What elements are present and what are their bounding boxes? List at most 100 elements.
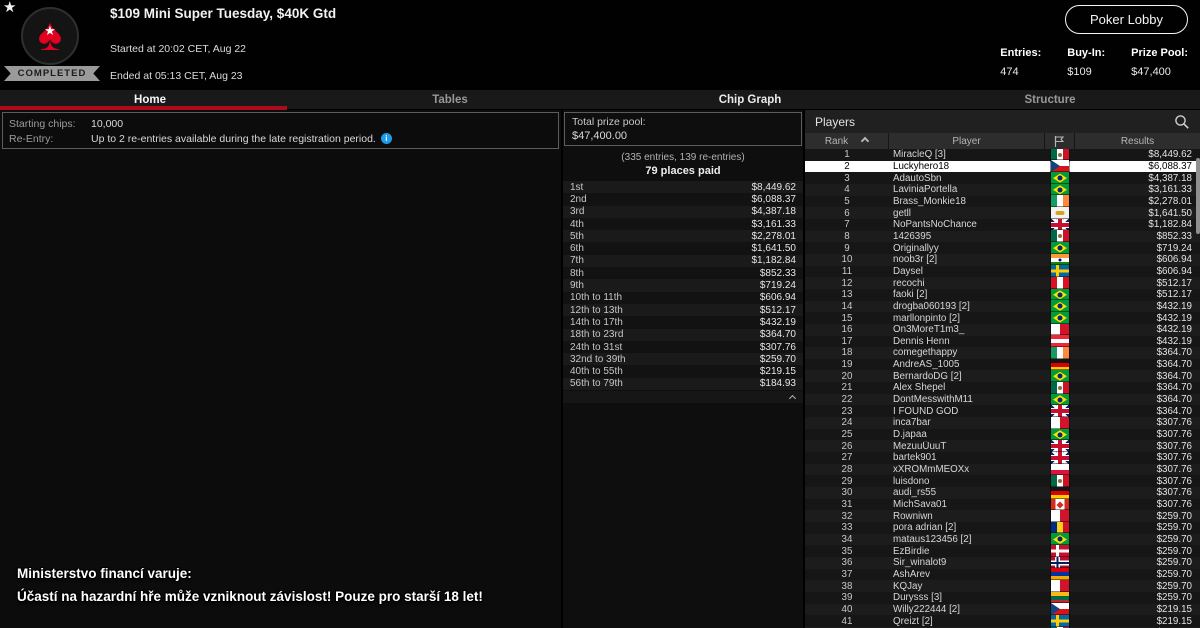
player-row[interactable]: 12 recochi $512.17 (805, 277, 1200, 289)
player-rank: 28 (805, 464, 889, 475)
player-row[interactable]: 39 Durysss [3] $259.70 (805, 592, 1200, 604)
info-icon[interactable]: i (381, 133, 392, 144)
player-result: $364.70 (1075, 359, 1200, 370)
player-name: I FOUND GOD (889, 406, 1045, 417)
player-row[interactable]: 2 Luckyhero18 $6,088.37 (805, 161, 1200, 173)
tab-tables[interactable]: Tables (300, 90, 600, 109)
country-flag-icon (1051, 592, 1069, 604)
player-row[interactable]: 4 LaviniaPortella $3,161.33 (805, 184, 1200, 196)
players-scrollbar[interactable] (1196, 158, 1200, 234)
player-name: audi_rs55 (889, 487, 1045, 498)
player-row[interactable]: 19 AndreAS_1005 $364.70 (805, 359, 1200, 371)
player-row[interactable]: 7 NoPantsNoChance $1,182.84 (805, 219, 1200, 231)
payout-place: 8th (563, 268, 760, 279)
home-panel: Starting chips: 10,000 Re-Entry: Up to 2… (0, 110, 561, 628)
country-flag-icon (1051, 382, 1069, 394)
player-row[interactable]: 28 xXROMmMEOXx $307.76 (805, 464, 1200, 476)
player-row[interactable]: 3 AdautoSbn $4,387.18 (805, 172, 1200, 184)
player-name: AdautoSbn (889, 173, 1045, 184)
player-row[interactable]: 35 EzBirdie $259.70 (805, 545, 1200, 557)
player-row[interactable]: 6 getll $1,641.50 (805, 207, 1200, 219)
player-row[interactable]: 40 Willy222444 [2] $219.15 (805, 604, 1200, 616)
player-rank: 25 (805, 429, 889, 440)
player-row[interactable]: 38 KQJay $259.70 (805, 580, 1200, 592)
player-name: Qreizt [2] (889, 616, 1045, 627)
payout-amount: $512.17 (760, 305, 803, 316)
player-rank: 22 (805, 394, 889, 405)
player-result: $432.19 (1075, 336, 1200, 347)
player-row[interactable]: 30 audi_rs55 $307.76 (805, 487, 1200, 499)
player-row[interactable]: 33 pora adrian [2] $259.70 (805, 522, 1200, 534)
player-result: $259.70 (1075, 546, 1200, 557)
player-rank: 11 (805, 266, 889, 277)
tab-structure[interactable]: Structure (900, 90, 1200, 109)
entries-label: Entries: (1000, 47, 1041, 59)
payout-scroll-up-button[interactable] (563, 391, 803, 403)
player-row[interactable]: 20 BernardoDG [2] $364.70 (805, 370, 1200, 382)
player-row[interactable]: 22 DontMesswithM11 $364.70 (805, 394, 1200, 406)
payout-amount: $4,387.18 (752, 206, 804, 217)
player-row[interactable]: 24 inca7bar $307.76 (805, 417, 1200, 429)
payout-place: 5th (563, 231, 752, 242)
player-rank: 6 (805, 208, 889, 219)
tab-chip-graph[interactable]: Chip Graph (600, 90, 900, 109)
prize-pool-panel: Total prize pool: $47,400.00 (335 entrie… (563, 110, 803, 628)
player-row[interactable]: 37 AshArev $259.70 (805, 569, 1200, 581)
ended-at-text: Ended at 05:13 CET, Aug 23 (110, 70, 243, 82)
player-row[interactable]: 36 Sir_winalot9 $259.70 (805, 557, 1200, 569)
country-flag-icon (1051, 522, 1069, 534)
player-row[interactable]: 8 1426395 $852.33 (805, 231, 1200, 243)
search-icon[interactable] (1174, 114, 1190, 130)
player-country-flag-cell (1045, 184, 1075, 196)
player-row[interactable]: 32 Rowniwn $259.70 (805, 510, 1200, 522)
payout-place: 6th (563, 243, 752, 254)
player-rank: 8 (805, 231, 889, 242)
player-row[interactable]: 34 mataus123456 [2] $259.70 (805, 534, 1200, 546)
country-flag-icon (1051, 184, 1069, 196)
poker-lobby-button[interactable]: Poker Lobby (1065, 5, 1188, 34)
status-badge: COMPLETED (4, 66, 100, 81)
player-row[interactable]: 29 luisdono $307.76 (805, 475, 1200, 487)
player-row[interactable]: 18 comegethappy $364.70 (805, 347, 1200, 359)
spade-star-icon: ★ (44, 23, 56, 39)
player-row[interactable]: 5 Brass_Monkie18 $2,278.01 (805, 196, 1200, 208)
player-row[interactable]: 11 Daysel $606.94 (805, 266, 1200, 278)
player-row[interactable]: 9 Originallyy $719.24 (805, 242, 1200, 254)
buyin-label: Buy-In: (1067, 47, 1105, 59)
player-row[interactable]: 41 Qreizt [2] $219.15 (805, 615, 1200, 627)
player-row[interactable]: 31 MichSava01 $307.76 (805, 499, 1200, 511)
column-header-rank[interactable]: Rank (805, 133, 889, 149)
player-result: $307.76 (1075, 417, 1200, 428)
player-row[interactable]: 15 marllonpinto [2] $432.19 (805, 312, 1200, 324)
player-row[interactable]: 16 On3MoreT1m3_ $432.19 (805, 324, 1200, 336)
player-name: mataus123456 [2] (889, 534, 1045, 545)
country-flag-icon (1051, 510, 1069, 522)
warning-line-1: Ministerstvo financí varuje: (17, 566, 483, 581)
player-row[interactable]: 17 Dennis Henn $432.19 (805, 336, 1200, 348)
player-name: Dennis Henn (889, 336, 1045, 347)
player-rank: 9 (805, 243, 889, 254)
favorite-star-icon[interactable]: ★ (3, 0, 16, 16)
player-row[interactable]: 14 drogba060193 [2] $432.19 (805, 301, 1200, 313)
player-row[interactable]: 27 bartek901 $307.76 (805, 452, 1200, 464)
player-rank: 15 (805, 313, 889, 324)
player-row[interactable]: 13 faoki [2] $512.17 (805, 289, 1200, 301)
player-row[interactable]: 21 Alex Shepel $364.70 (805, 382, 1200, 394)
column-header-country-flag[interactable] (1045, 133, 1075, 149)
player-rank: 29 (805, 476, 889, 487)
column-header-player[interactable]: Player (889, 133, 1045, 149)
column-header-results[interactable]: Results (1075, 133, 1200, 149)
player-row[interactable]: 1 MiracleQ [3] $8,449.62 (805, 149, 1200, 161)
player-row[interactable]: 25 D.japaa $307.76 (805, 429, 1200, 441)
payout-place: 10th to 11th (563, 292, 760, 303)
player-row[interactable]: 23 I FOUND GOD $364.70 (805, 405, 1200, 417)
player-rank: 30 (805, 487, 889, 498)
tab-home[interactable]: Home (0, 90, 300, 109)
player-name: Durysss [3] (889, 592, 1045, 603)
player-row[interactable]: 26 MezuuÜuuT $307.76 (805, 440, 1200, 452)
player-result: $1,641.50 (1075, 208, 1200, 219)
player-country-flag-cell (1045, 149, 1075, 161)
player-row[interactable]: 10 noob3r [2] $606.94 (805, 254, 1200, 266)
country-flag-icon (1051, 405, 1069, 417)
country-flag-icon (1051, 277, 1069, 289)
